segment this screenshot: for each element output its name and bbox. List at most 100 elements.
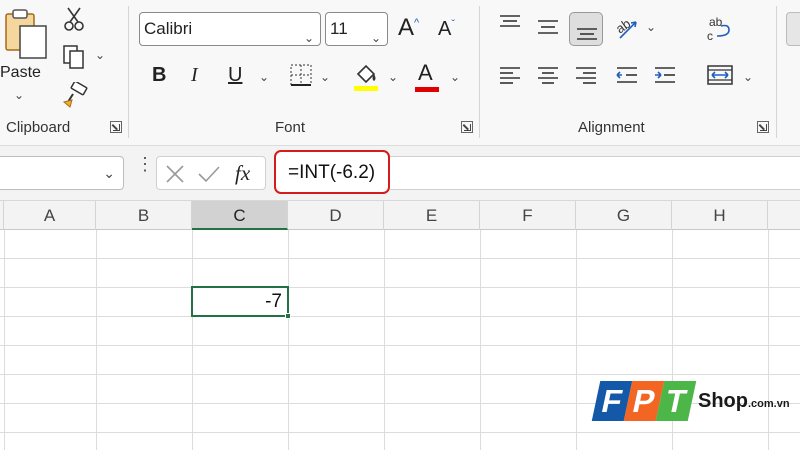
cut-icon[interactable] bbox=[62, 6, 86, 32]
worksheet-grid[interactable]: -7 F P T Shop.com.vn bbox=[0, 230, 800, 450]
row-gridline bbox=[0, 432, 800, 433]
chevron-down-icon[interactable]: ⌄ bbox=[320, 70, 330, 84]
row-gridline bbox=[0, 287, 800, 288]
column-headers: A B C D E F G H bbox=[0, 200, 800, 230]
wrap-text-button[interactable]: ab c bbox=[703, 12, 737, 46]
underline-button[interactable]: U bbox=[228, 64, 242, 87]
italic-button[interactable]: I bbox=[191, 64, 198, 87]
fpt-shop-logo: F P T Shop.com.vn bbox=[591, 378, 796, 430]
column-gridline bbox=[576, 230, 577, 450]
top-align-button[interactable] bbox=[493, 8, 527, 42]
align-top-icon bbox=[500, 15, 520, 27]
column-gridline bbox=[384, 230, 385, 450]
text-orientation-icon: ab bbox=[613, 16, 637, 39]
chevron-down-icon[interactable]: ⌄ bbox=[450, 70, 460, 84]
font-color-button[interactable]: A bbox=[415, 60, 439, 92]
column-header-f[interactable]: F bbox=[480, 201, 576, 230]
alignment-dialog-launcher-icon[interactable] bbox=[757, 121, 769, 133]
align-right-button[interactable] bbox=[569, 58, 603, 92]
chevron-down-icon[interactable]: ⌄ bbox=[14, 88, 24, 102]
align-left-button[interactable] bbox=[493, 58, 527, 92]
svg-text:ab: ab bbox=[613, 16, 633, 37]
font-size-value: 11 bbox=[330, 19, 348, 38]
chevron-down-icon[interactable]: ⌄ bbox=[743, 70, 753, 84]
font-name-combobox[interactable]: Calibri ⌄ bbox=[139, 12, 321, 46]
decrease-indent-button[interactable] bbox=[610, 58, 644, 92]
column-header-e[interactable]: E bbox=[384, 201, 480, 230]
chevron-down-icon[interactable]: ⌄ bbox=[388, 70, 398, 84]
align-bottom-icon bbox=[577, 28, 597, 40]
font-name-value: Calibri bbox=[144, 19, 193, 38]
chevron-down-icon: ⌄ bbox=[303, 31, 314, 45]
ribbon-overflow-button[interactable] bbox=[786, 12, 800, 46]
svg-text:ab: ab bbox=[709, 15, 723, 29]
logo-letter-t: T bbox=[655, 381, 697, 421]
font-size-combobox[interactable]: 11 ⌄ bbox=[325, 12, 388, 46]
chevron-down-icon[interactable]: ⌄ bbox=[259, 70, 269, 84]
column-gridline bbox=[96, 230, 97, 450]
bold-button[interactable]: B bbox=[152, 64, 166, 87]
copy-icon[interactable] bbox=[62, 44, 86, 70]
formula-bar: ⌄ ⋮ fx =INT(-6.2) bbox=[0, 146, 800, 200]
paste-label: Paste bbox=[0, 64, 41, 81]
formula-input-extension[interactable] bbox=[390, 156, 800, 190]
ribbon-separator bbox=[479, 6, 480, 138]
font-dialog-launcher-icon[interactable] bbox=[461, 121, 473, 133]
decrease-font-size-button[interactable]: Aˇ bbox=[438, 18, 455, 41]
fill-color-icon[interactable] bbox=[352, 60, 380, 92]
cancel-icon[interactable] bbox=[165, 165, 185, 183]
paste-button[interactable]: Paste ⌄ bbox=[0, 4, 47, 104]
clipboard-group-label: Clipboard bbox=[6, 119, 71, 136]
svg-text:c: c bbox=[707, 29, 713, 43]
borders-icon[interactable] bbox=[288, 62, 314, 88]
name-box[interactable]: ⌄ bbox=[0, 156, 124, 190]
chevron-down-icon: ⌄ bbox=[370, 31, 381, 45]
row-gridline bbox=[0, 316, 800, 317]
decrease-indent-icon bbox=[616, 67, 637, 83]
column-header-d[interactable]: D bbox=[288, 201, 384, 230]
column-gridline bbox=[192, 230, 193, 450]
wrap-text-icon: abc bbox=[707, 15, 730, 43]
orientation-button[interactable]: ab bbox=[610, 10, 644, 44]
increase-font-size-button[interactable]: A^ bbox=[398, 14, 419, 42]
chevron-down-icon[interactable]: ⌄ bbox=[103, 165, 115, 182]
chevron-down-icon[interactable]: ⌄ bbox=[646, 20, 656, 34]
ribbon: Paste ⌄ ⌄ Clipboard Calibri ⌄ 11 ⌄ A^ Aˇ… bbox=[0, 0, 800, 146]
logo-shop-word: Shop bbox=[698, 390, 748, 412]
middle-align-button[interactable] bbox=[531, 10, 565, 44]
merge-cells-icon bbox=[707, 65, 733, 85]
logo-brand-text: Shop.com.vn bbox=[698, 390, 790, 413]
column-header-i[interactable] bbox=[768, 201, 800, 230]
clipboard-dialog-launcher-icon[interactable] bbox=[110, 121, 122, 133]
bottom-align-button[interactable] bbox=[569, 12, 603, 46]
row-gridline bbox=[0, 258, 800, 259]
column-header-h[interactable]: H bbox=[672, 201, 768, 230]
column-gridline bbox=[4, 230, 5, 450]
formula-actions: fx bbox=[156, 156, 266, 190]
formula-input[interactable]: =INT(-6.2) bbox=[274, 150, 390, 194]
active-cell-c[interactable]: -7 bbox=[191, 286, 291, 319]
column-header-c[interactable]: C bbox=[192, 201, 288, 230]
insert-function-button[interactable]: fx bbox=[235, 161, 250, 186]
column-header-a[interactable]: A bbox=[4, 201, 96, 230]
chevron-down-icon[interactable]: ⌄ bbox=[95, 48, 105, 62]
ribbon-separator bbox=[128, 6, 129, 138]
column-gridline bbox=[480, 230, 481, 450]
font-color-swatch bbox=[415, 87, 439, 92]
ribbon-separator bbox=[776, 6, 777, 138]
increase-indent-button[interactable] bbox=[648, 58, 682, 92]
merge-center-button[interactable] bbox=[703, 58, 737, 92]
column-header-g[interactable]: G bbox=[576, 201, 672, 230]
logo-domain: .com.vn bbox=[748, 398, 790, 410]
align-right-icon bbox=[576, 67, 596, 84]
format-painter-icon[interactable] bbox=[62, 82, 88, 108]
cell-value: -7 bbox=[265, 291, 282, 312]
fill-handle[interactable] bbox=[285, 313, 291, 319]
row-gridline bbox=[0, 374, 800, 375]
column-header-b[interactable]: B bbox=[96, 201, 192, 230]
enter-checkmark-icon[interactable] bbox=[197, 165, 221, 183]
align-center-button[interactable] bbox=[531, 58, 565, 92]
align-middle-icon bbox=[538, 20, 558, 34]
formula-bar-grip-icon[interactable]: ⋮ bbox=[136, 155, 154, 173]
font-group-label: Font bbox=[275, 119, 306, 136]
